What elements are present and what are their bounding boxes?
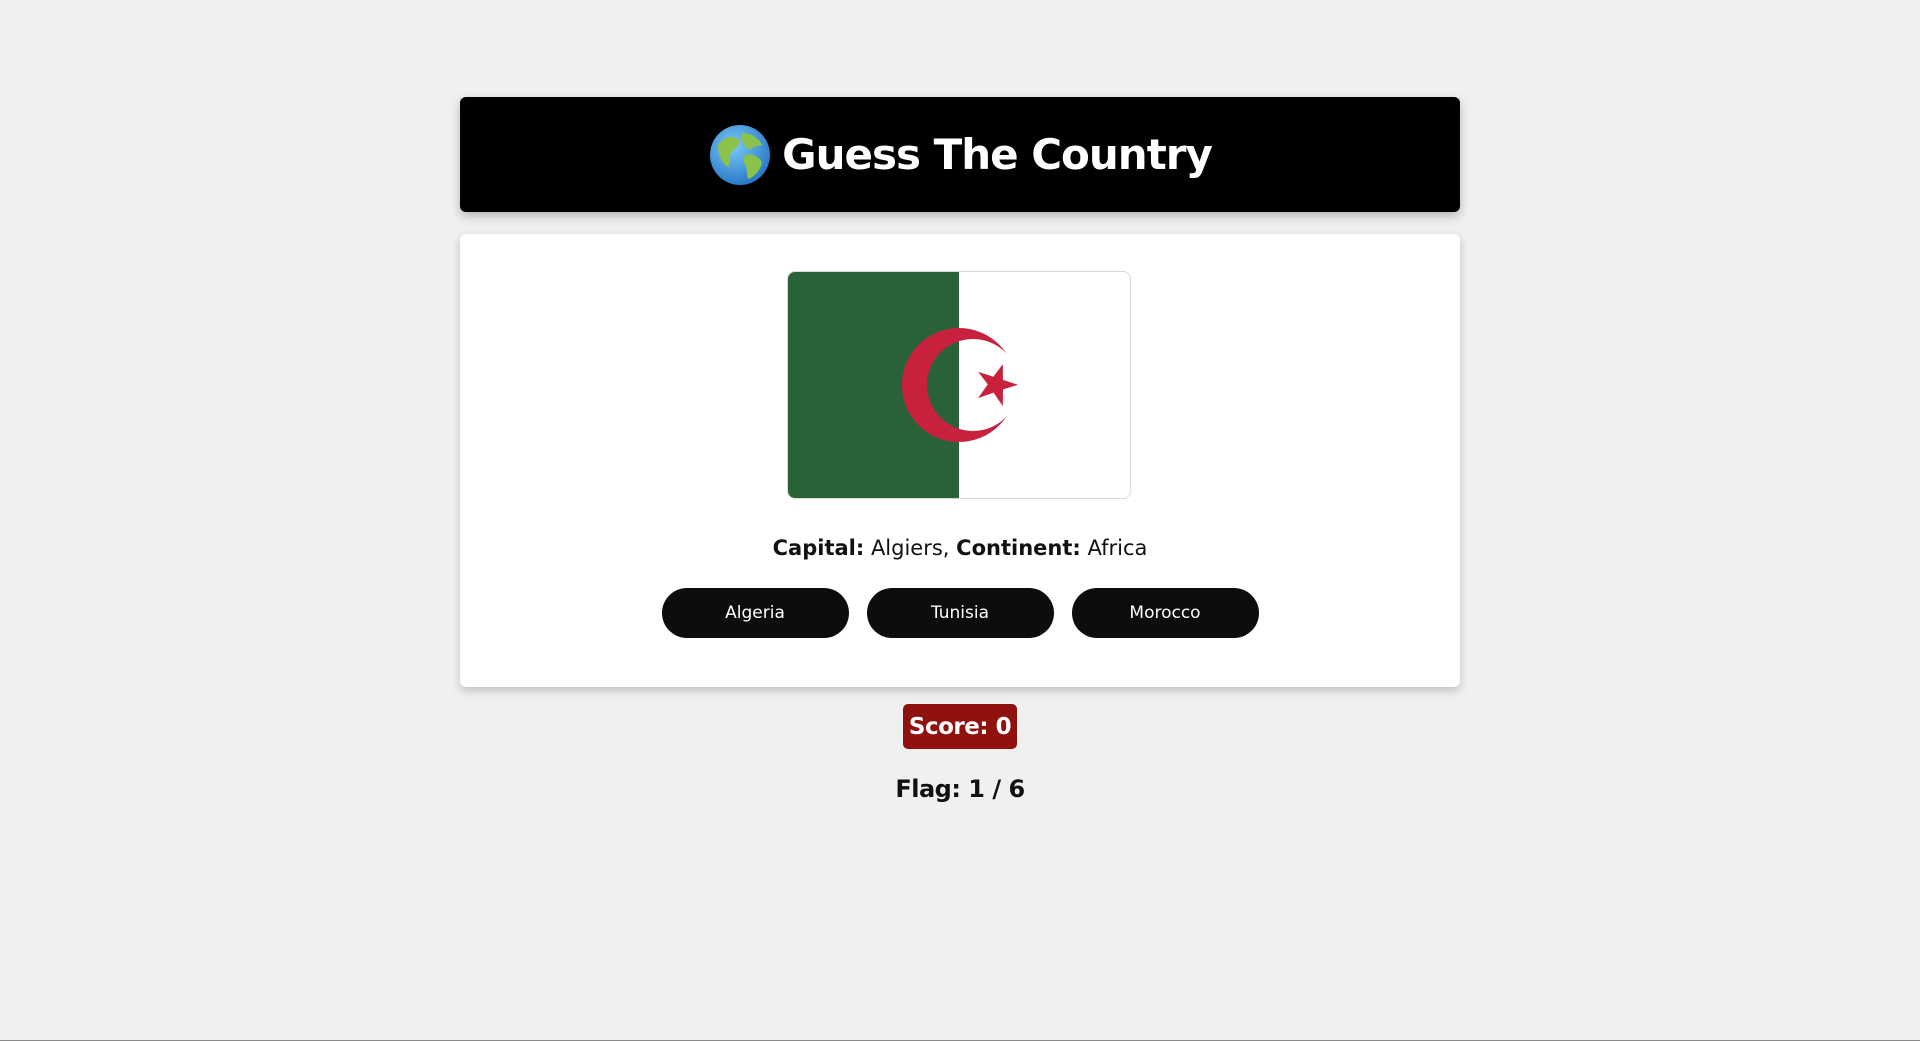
algeria-flag-icon <box>787 271 1131 499</box>
continent-value: Africa <box>1087 536 1148 560</box>
page-title: Guess The Country <box>782 130 1213 179</box>
score-badge: Score: 0 <box>903 704 1017 749</box>
option-tunisia-button[interactable]: Tunisia <box>866 588 1054 638</box>
capital-label: Capital: <box>772 536 865 560</box>
option-morocco-button[interactable]: Morocco <box>1071 588 1259 638</box>
country-hint: Capital: Algiers, Continent: Africa <box>460 536 1460 560</box>
continent-label: Continent: <box>956 536 1081 560</box>
flag-progress: Flag: 1 / 6 <box>895 775 1025 803</box>
question-card: Capital: Algiers, Continent: Africa Alge… <box>460 234 1460 687</box>
answer-options: Algeria Tunisia Morocco <box>460 588 1460 638</box>
globe-icon <box>708 123 772 187</box>
game-container: Guess The Country Capital: Algiers, Cont… <box>460 97 1460 803</box>
option-algeria-button[interactable]: Algeria <box>661 588 849 638</box>
header-bar: Guess The Country <box>460 97 1460 212</box>
capital-value: Algiers, <box>870 536 950 560</box>
